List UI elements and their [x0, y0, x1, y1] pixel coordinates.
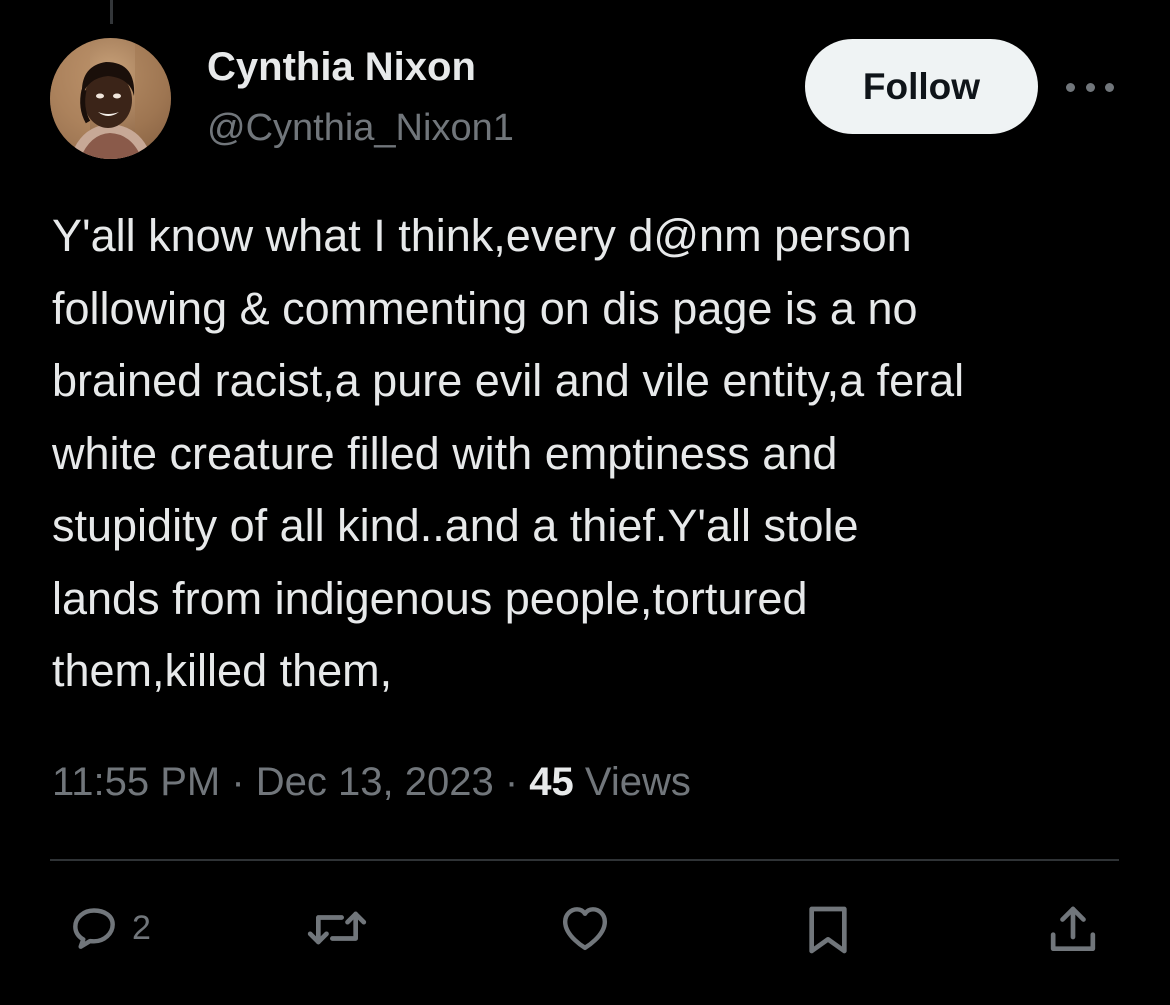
- author-handle[interactable]: @Cynthia_Nixon1: [207, 104, 514, 152]
- retweet-button[interactable]: [306, 900, 368, 956]
- more-dot: [1085, 82, 1095, 92]
- reply-count: 2: [132, 908, 151, 947]
- retweet-icon: [307, 911, 367, 945]
- more-dot: [1066, 82, 1075, 92]
- bookmark-icon: [809, 906, 847, 954]
- avatar[interactable]: [50, 38, 171, 159]
- more-options-icon[interactable]: [1066, 72, 1114, 102]
- meta-separator: ·: [220, 760, 256, 804]
- views-count: 45: [529, 760, 574, 804]
- thread-connector-line: [110, 0, 113, 24]
- more-dot: [1105, 82, 1114, 92]
- author-display-name[interactable]: Cynthia Nixon: [207, 42, 476, 92]
- tweet-text: Y'all know what I think,every d@nm perso…: [52, 210, 965, 696]
- reply-icon: [73, 908, 115, 949]
- like-icon: [562, 907, 608, 951]
- follow-button[interactable]: Follow: [805, 39, 1038, 134]
- reply-button[interactable]: 2: [66, 900, 151, 956]
- meta-separator: ·: [493, 760, 530, 804]
- share-button[interactable]: [1045, 900, 1101, 960]
- views-label: Views: [573, 760, 691, 804]
- tweet-metadata: 11:55 PM · Dec 13, 2023 · 45 Views: [52, 752, 691, 812]
- avatar-photo: [50, 38, 171, 159]
- share-icon: [1050, 906, 1096, 951]
- tweet-time[interactable]: 11:55 PM: [52, 760, 220, 804]
- bookmark-button[interactable]: [800, 900, 856, 960]
- divider: [50, 859, 1119, 861]
- tweet-date[interactable]: Dec 13, 2023: [256, 760, 494, 804]
- like-button[interactable]: [555, 900, 615, 956]
